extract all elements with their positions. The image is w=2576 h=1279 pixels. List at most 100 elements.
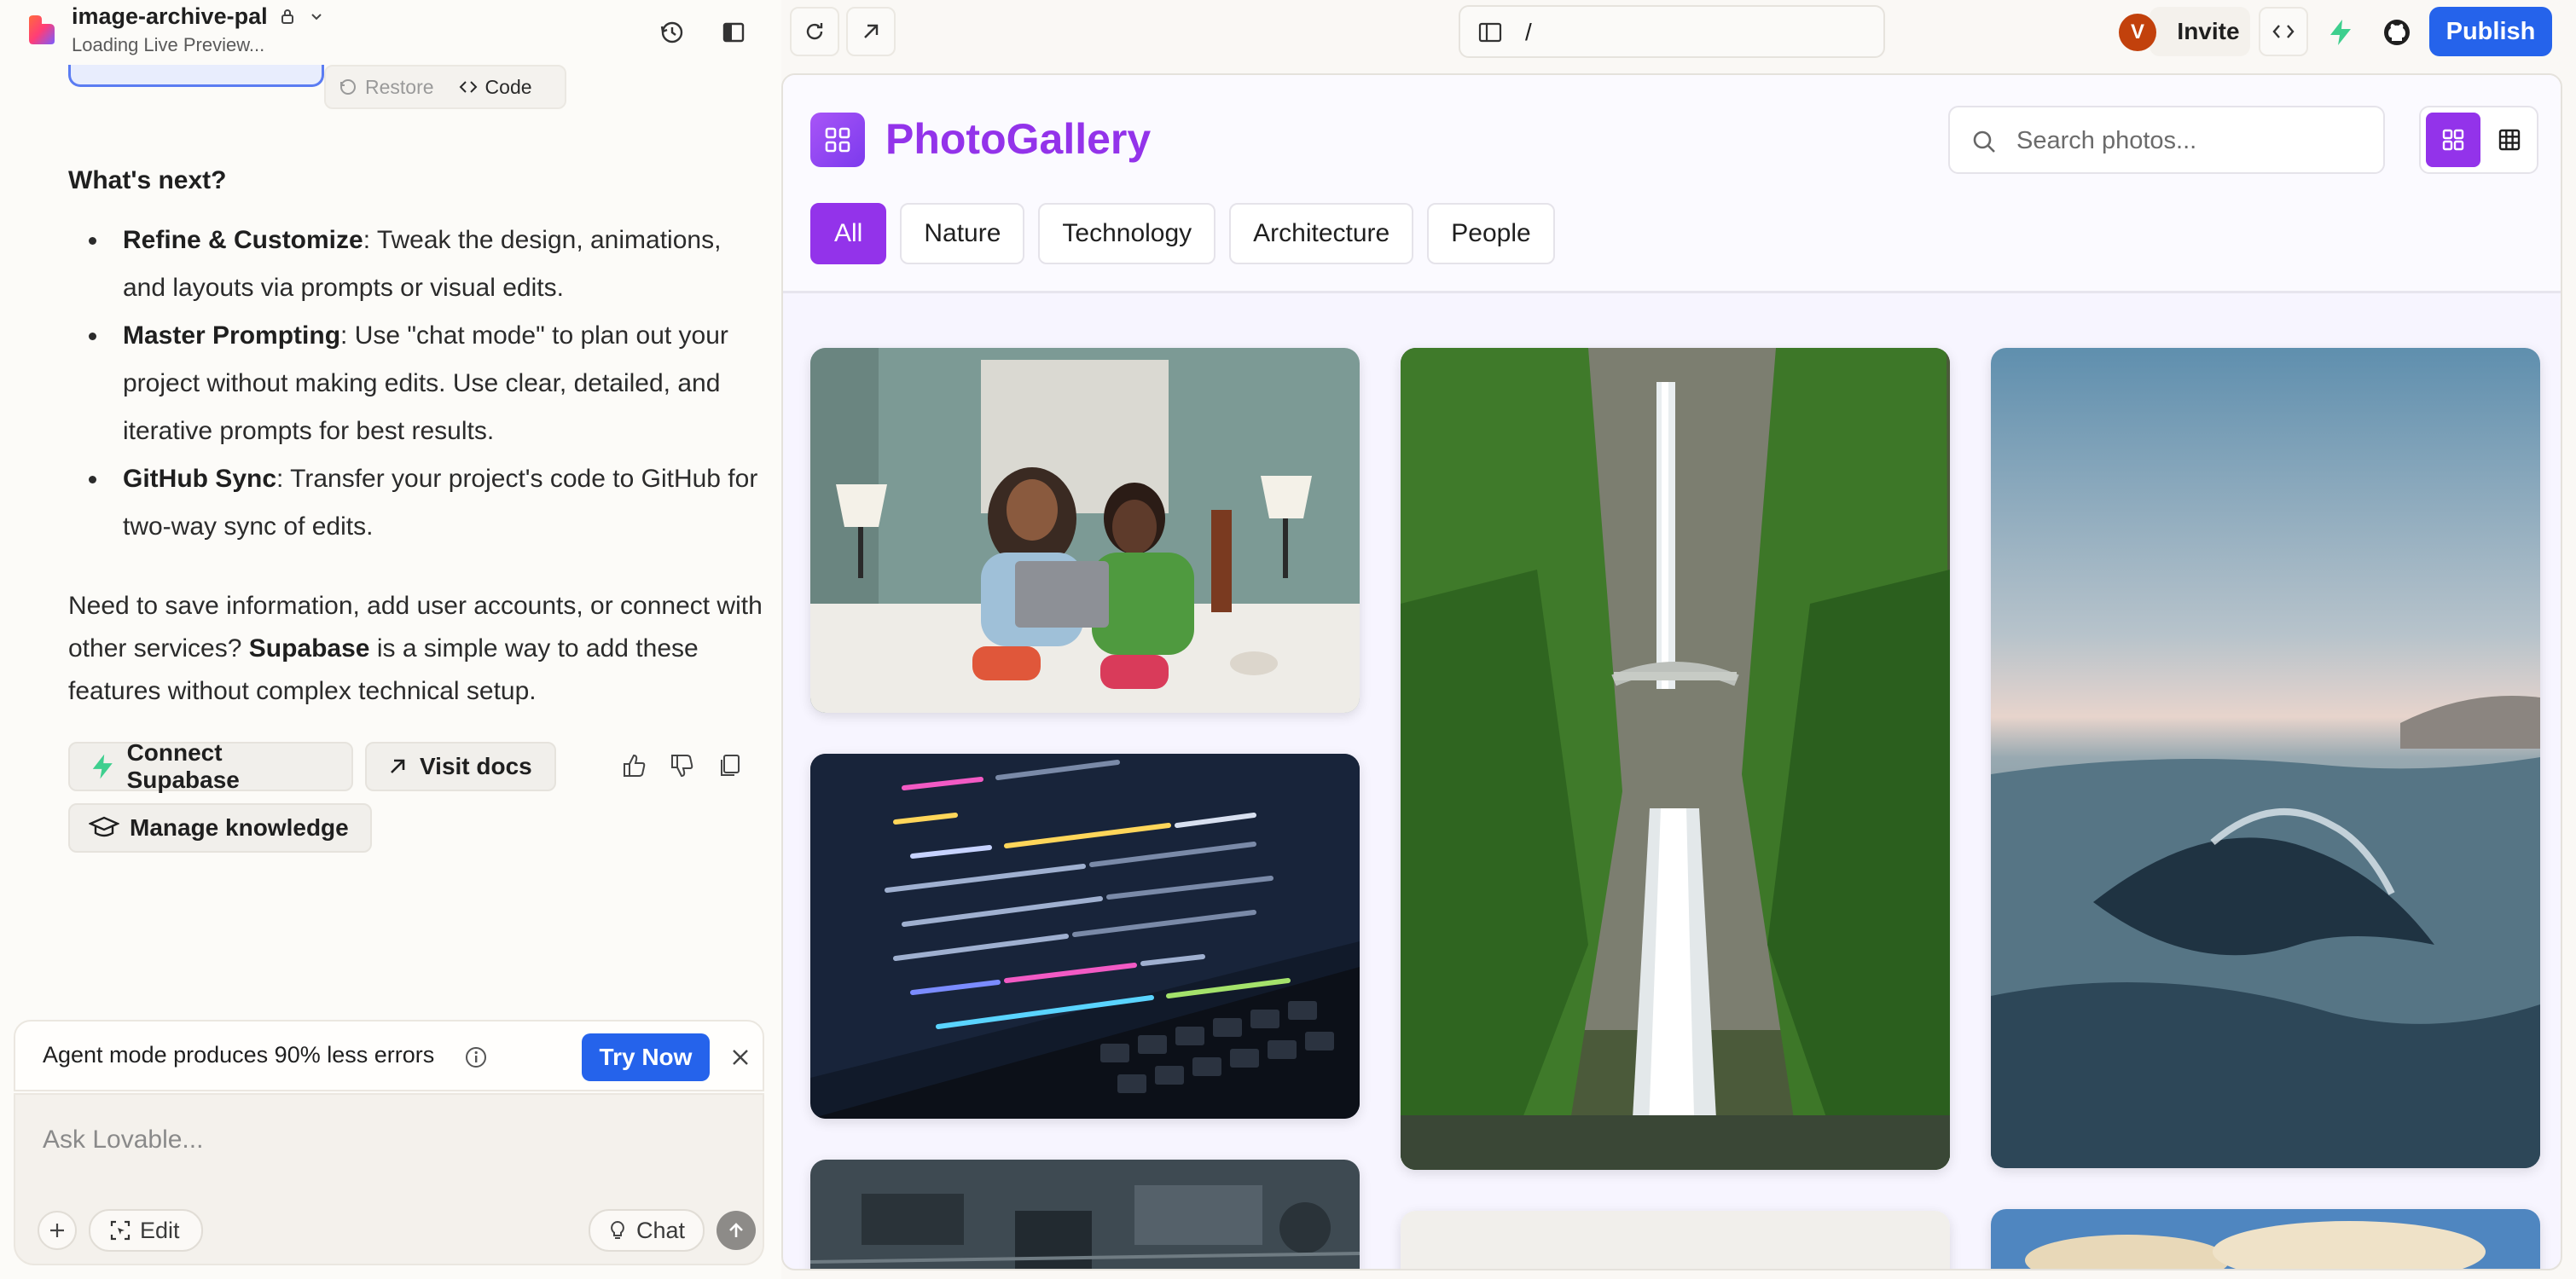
close-icon[interactable] bbox=[727, 1044, 754, 1071]
grid-icon bbox=[825, 127, 850, 153]
project-name[interactable]: image-archive-pal bbox=[72, 3, 268, 30]
avatar[interactable]: V bbox=[2119, 14, 2156, 51]
add-attachment-button[interactable] bbox=[38, 1211, 77, 1250]
supabase-bolt-icon bbox=[92, 754, 113, 779]
invite-label: Invite bbox=[2177, 18, 2240, 44]
gallery-header: PhotoGallery All Nature Technology Archi… bbox=[783, 75, 2561, 293]
compact-grid-view-button[interactable] bbox=[2482, 113, 2537, 167]
refresh-button[interactable] bbox=[790, 7, 839, 56]
url-path[interactable]: / bbox=[1525, 19, 1532, 46]
filter-people[interactable]: People bbox=[1427, 203, 1555, 264]
tips-list: Refine & Customize: Tweak the design, an… bbox=[68, 217, 759, 551]
photo-image bbox=[810, 754, 1360, 1119]
manage-knowledge-button[interactable]: Manage knowledge bbox=[68, 803, 372, 853]
photo-waterfall[interactable] bbox=[1401, 348, 1950, 1170]
open-external-button[interactable] bbox=[846, 7, 896, 56]
chat-panel: image-archive-pal Loading Live Preview..… bbox=[0, 0, 781, 1279]
refresh-icon bbox=[806, 23, 823, 40]
photo-image bbox=[810, 1160, 1360, 1269]
photo-image bbox=[1991, 1209, 2540, 1269]
photo-image bbox=[1991, 348, 2540, 1168]
chat-label: Chat bbox=[636, 1217, 686, 1243]
view-toggle bbox=[2419, 106, 2538, 174]
grid-view-button[interactable] bbox=[2426, 113, 2480, 167]
connect-supabase-button[interactable]: Connect Supabase bbox=[68, 739, 353, 793]
project-header: image-archive-pal Loading Live Preview..… bbox=[0, 0, 781, 65]
lock-icon bbox=[281, 9, 293, 24]
photo-image bbox=[1401, 348, 1950, 1170]
invite-button[interactable]: Invite bbox=[2150, 7, 2250, 56]
photo-circuit-board[interactable] bbox=[810, 1160, 1360, 1269]
lightbulb-icon bbox=[611, 1220, 624, 1239]
visit-docs-button[interactable]: Visit docs bbox=[365, 742, 556, 791]
promo-text: Agent mode produces 90% less errors bbox=[43, 1042, 435, 1068]
photo-image bbox=[1401, 1211, 1950, 1269]
filter-nature[interactable]: Nature bbox=[900, 203, 1025, 264]
composer: Edit Chat bbox=[14, 1093, 764, 1265]
photo-ocean-wave[interactable] bbox=[1991, 348, 2540, 1168]
connect-supabase-label: Connect Supabase bbox=[126, 739, 240, 793]
supabase-paragraph: Need to save information, add user accou… bbox=[68, 585, 768, 713]
manage-knowledge-label: Manage knowledge bbox=[130, 814, 349, 841]
preview-status: Loading Live Preview... bbox=[72, 34, 265, 55]
app-logo bbox=[810, 113, 865, 167]
version-actions: Restore Code bbox=[324, 65, 566, 109]
search-box bbox=[1948, 106, 2385, 174]
chat-mode-button[interactable]: Chat bbox=[589, 1209, 705, 1252]
code-label: Code bbox=[484, 75, 532, 98]
supabase-bolt-icon[interactable] bbox=[2325, 17, 2356, 48]
select-edit-icon bbox=[110, 1220, 131, 1241]
github-icon[interactable] bbox=[2382, 17, 2412, 48]
list-item: Refine & Customize: Tweak the design, an… bbox=[68, 217, 759, 312]
code-button[interactable]: Code bbox=[446, 76, 544, 99]
edit-label: Edit bbox=[140, 1217, 180, 1243]
tip-title: Refine & Customize bbox=[123, 226, 363, 254]
restore-icon bbox=[340, 79, 356, 95]
thumbs-up-icon[interactable] bbox=[621, 752, 648, 779]
grid-icon bbox=[2442, 129, 2464, 151]
live-preview: PhotoGallery All Nature Technology Archi… bbox=[781, 73, 2562, 1270]
filter-architecture[interactable]: Architecture bbox=[1229, 203, 1414, 264]
try-now-button[interactable]: Try Now bbox=[582, 1033, 710, 1081]
copy-icon[interactable] bbox=[717, 752, 744, 779]
publish-button[interactable]: Publish bbox=[2429, 7, 2552, 56]
photo-people-laptop[interactable] bbox=[810, 348, 1360, 713]
thumbs-down-icon[interactable] bbox=[669, 752, 696, 779]
restore-label: Restore bbox=[365, 75, 434, 98]
code-icon bbox=[2272, 25, 2295, 38]
lovable-logo-icon[interactable] bbox=[26, 14, 58, 46]
info-icon[interactable] bbox=[464, 1045, 488, 1069]
chevron-down-icon[interactable] bbox=[307, 7, 326, 26]
sidebar-toggle-icon[interactable] bbox=[718, 17, 749, 48]
app-title: PhotoGallery bbox=[885, 115, 1152, 163]
whats-next-heading: What's next? bbox=[68, 166, 227, 194]
photo-code-laptop[interactable] bbox=[810, 754, 1360, 1119]
list-item: GitHub Sync: Transfer your project's cod… bbox=[68, 455, 759, 551]
previous-message-card[interactable] bbox=[68, 65, 324, 87]
code-view-button[interactable] bbox=[2259, 7, 2308, 56]
code-icon bbox=[459, 81, 477, 93]
table-grid-icon bbox=[2498, 129, 2521, 151]
graduation-cap-icon bbox=[89, 816, 119, 837]
send-button[interactable] bbox=[717, 1211, 756, 1250]
history-icon[interactable] bbox=[657, 17, 688, 48]
page-icon bbox=[1478, 22, 1502, 43]
arrow-up-right-icon bbox=[864, 24, 879, 38]
photo-image bbox=[810, 348, 1360, 713]
tip-title: GitHub Sync bbox=[123, 465, 277, 493]
photo-sky[interactable] bbox=[1991, 1209, 2540, 1269]
ask-input[interactable] bbox=[43, 1119, 725, 1161]
list-item: Master Prompting: Use "chat mode" to pla… bbox=[68, 312, 759, 455]
search-input[interactable] bbox=[2016, 123, 2375, 159]
tip-title: Master Prompting bbox=[123, 321, 341, 350]
filter-technology[interactable]: Technology bbox=[1038, 203, 1216, 264]
url-bar[interactable]: / bbox=[1459, 5, 1885, 58]
visit-docs-label: Visit docs bbox=[420, 753, 532, 779]
plus-icon bbox=[50, 1224, 64, 1237]
photo-blurred[interactable] bbox=[1401, 1211, 1950, 1269]
category-filters: All Nature Technology Architecture Peopl… bbox=[810, 203, 1555, 264]
filter-all[interactable]: All bbox=[810, 203, 887, 264]
restore-button[interactable]: Restore bbox=[326, 76, 446, 99]
arrow-up-icon bbox=[729, 1223, 743, 1237]
edit-mode-button[interactable]: Edit bbox=[89, 1209, 203, 1252]
